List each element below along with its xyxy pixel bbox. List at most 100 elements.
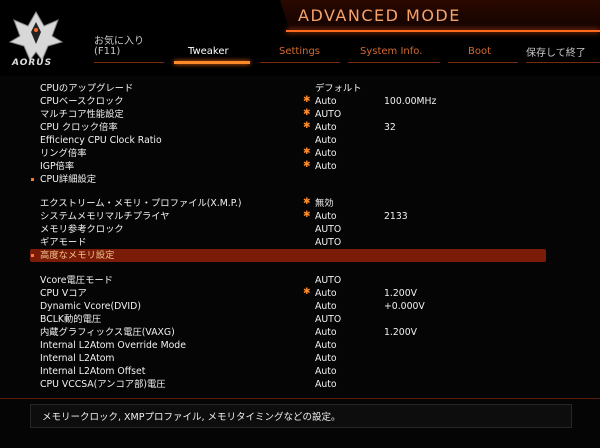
setting-current-value: 100.00MHz [384, 96, 437, 107]
setting-value[interactable]: Auto [315, 378, 337, 391]
setting-label: 内蔵グラフィックス電圧(VAXG) [40, 327, 175, 338]
setting-row-bclk-voltage[interactable]: BCLK動的電圧 AUTO [30, 313, 550, 326]
setting-label: リング倍率 [40, 148, 87, 159]
tab-label: Boot [468, 46, 492, 57]
setting-row-memory-ref-clock[interactable]: メモリ参考クロック AUTO [30, 223, 550, 236]
setting-value[interactable]: 無効 [315, 197, 334, 210]
setting-label: Internal L2Atom [40, 353, 115, 364]
setting-current-value: 2133 [384, 211, 408, 222]
setting-value[interactable]: Auto [315, 339, 337, 352]
header-bar: AORUS ADVANCED MODE お気に入り (F11) Tweaker … [0, 0, 600, 76]
modified-star-icon: ✱ [303, 160, 311, 170]
setting-label: BCLK動的電圧 [40, 314, 102, 325]
tab-underline-active [174, 61, 250, 64]
tab-underline [448, 62, 518, 63]
setting-row-efficiency-ratio[interactable]: Efficiency CPU Clock Ratio Auto [30, 134, 550, 147]
setting-label: Dynamic Vcore(DVID) [40, 301, 141, 312]
setting-label: Internal L2Atom Override Mode [40, 340, 186, 351]
setting-label: 高度なメモリ設定 [40, 250, 115, 261]
setting-label: メモリ参考クロック [40, 224, 124, 235]
setting-label: システムメモリマルチプライヤ [40, 211, 170, 222]
help-text: メモリークロック, XMPプロファイル, メモリタイミングなどの設定。 [42, 412, 341, 423]
setting-value[interactable]: AUTO [315, 236, 341, 249]
brand-logo-text: AORUS [12, 58, 53, 68]
setting-label: ギアモード [40, 237, 87, 248]
modified-star-icon: ✱ [303, 108, 311, 118]
setting-row-vccsa[interactable]: CPU VCCSA(アンコア部)電圧 Auto [30, 378, 550, 391]
tab-label: Tweaker [188, 46, 229, 57]
setting-row-vaxg[interactable]: 内蔵グラフィックス電圧(VAXG) Auto 1.200V [30, 326, 550, 339]
mode-title[interactable]: ADVANCED MODE [298, 6, 461, 25]
tab-bar: お気に入り (F11) Tweaker Settings System Info… [80, 32, 600, 72]
settings-list: CPUのアップグレード デフォルト CPUベースクロック ✱ Auto 100.… [0, 80, 600, 396]
tab-underline [94, 62, 164, 63]
setting-current-value: 1.200V [384, 327, 417, 338]
setting-value[interactable]: AUTO [315, 274, 341, 287]
setting-row-ring-ratio[interactable]: リング倍率 ✱ Auto [30, 147, 550, 160]
setting-label: CPU VCCSA(アンコア部)電圧 [40, 379, 166, 390]
setting-value[interactable]: AUTO [315, 223, 341, 236]
setting-label: エクストリーム・メモリ・プロファイル(X.M.P.) [40, 198, 242, 209]
setting-row-cpu-vcore[interactable]: CPU Vコア ✱ Auto 1.200V [30, 287, 550, 300]
setting-row-vcore-mode[interactable]: Vcore電圧モード AUTO [30, 274, 550, 287]
tab-label: System Info. [360, 46, 423, 57]
setting-row-memory-multiplier[interactable]: システムメモリマルチプライヤ ✱ Auto 2133 [30, 210, 550, 223]
setting-label: CPU クロック倍率 [40, 122, 118, 133]
modified-star-icon: ✱ [303, 197, 311, 207]
setting-row-dynamic-vcore[interactable]: Dynamic Vcore(DVID) Auto +0.000V [30, 300, 550, 313]
setting-value[interactable]: Auto [315, 95, 337, 108]
setting-value[interactable]: デフォルト [315, 82, 362, 95]
setting-current-value: 1.200V [384, 288, 417, 299]
setting-value[interactable]: AUTO [315, 108, 341, 121]
modified-star-icon: ✱ [303, 287, 311, 297]
tab-label: お気に入り [94, 36, 144, 47]
setting-value[interactable]: Auto [315, 160, 337, 173]
tab-underline [526, 62, 600, 63]
modified-star-icon: ✱ [303, 210, 311, 220]
tab-underline [348, 62, 440, 63]
setting-value[interactable]: Auto [315, 147, 337, 160]
setting-label: Internal L2Atom Offset [40, 366, 146, 377]
setting-row-multicore[interactable]: マルチコア性能設定 ✱ AUTO [30, 108, 550, 121]
setting-row-l2atom-offset[interactable]: Internal L2Atom Offset Auto [30, 365, 550, 378]
setting-row-igp-ratio[interactable]: IGP倍率 ✱ Auto [30, 160, 550, 173]
setting-value[interactable]: Auto [315, 326, 337, 339]
setting-row-l2atom-override[interactable]: Internal L2Atom Override Mode Auto [30, 339, 550, 352]
setting-label: Efficiency CPU Clock Ratio [40, 135, 162, 146]
tab-underline [260, 62, 340, 63]
setting-value[interactable]: Auto [315, 352, 337, 365]
setting-current-value: 32 [384, 122, 396, 133]
setting-value[interactable]: Auto [315, 210, 337, 223]
modified-star-icon: ✱ [303, 121, 311, 131]
submenu-bullet-icon [31, 178, 34, 181]
setting-label: CPUベースクロック [40, 96, 124, 107]
modified-star-icon: ✱ [303, 95, 311, 105]
setting-value[interactable]: AUTO [315, 313, 341, 326]
tab-label: 保存して終了 [526, 48, 586, 59]
setting-value[interactable]: Auto [315, 365, 337, 378]
setting-row-cpu-clock-ratio[interactable]: CPU クロック倍率 ✱ Auto 32 [30, 121, 550, 134]
setting-label: CPU Vコア [40, 288, 87, 299]
setting-row-l2atom[interactable]: Internal L2Atom Auto [30, 352, 550, 365]
setting-row-cpu-base-clock[interactable]: CPUベースクロック ✱ Auto 100.00MHz [30, 95, 550, 108]
footer-divider [0, 398, 600, 399]
tab-shortcut: (F11) [94, 46, 121, 57]
tab-label: Settings [279, 46, 321, 57]
setting-row-xmp[interactable]: エクストリーム・メモリ・プロファイル(X.M.P.) ✱ 無効 [30, 197, 550, 210]
setting-label: Vcore電圧モード [40, 275, 113, 286]
setting-label: IGP倍率 [40, 161, 75, 172]
submenu-advanced-memory-selected[interactable]: 高度なメモリ設定 [30, 249, 546, 262]
setting-label: CPU詳細設定 [40, 174, 97, 185]
submenu-cpu-advanced[interactable]: CPU詳細設定 [30, 173, 550, 186]
setting-value[interactable]: Auto [315, 121, 337, 134]
setting-label: CPUのアップグレード [40, 83, 134, 94]
setting-row-cpu-upgrade[interactable]: CPUのアップグレード デフォルト [30, 82, 550, 95]
modified-star-icon: ✱ [303, 147, 311, 157]
setting-value[interactable]: Auto [315, 300, 337, 313]
submenu-bullet-icon [31, 254, 34, 257]
setting-current-value: +0.000V [384, 301, 425, 312]
setting-value[interactable]: Auto [315, 134, 337, 147]
setting-label: マルチコア性能設定 [40, 109, 124, 120]
setting-row-gear-mode[interactable]: ギアモード AUTO [30, 236, 550, 249]
setting-value[interactable]: Auto [315, 287, 337, 300]
